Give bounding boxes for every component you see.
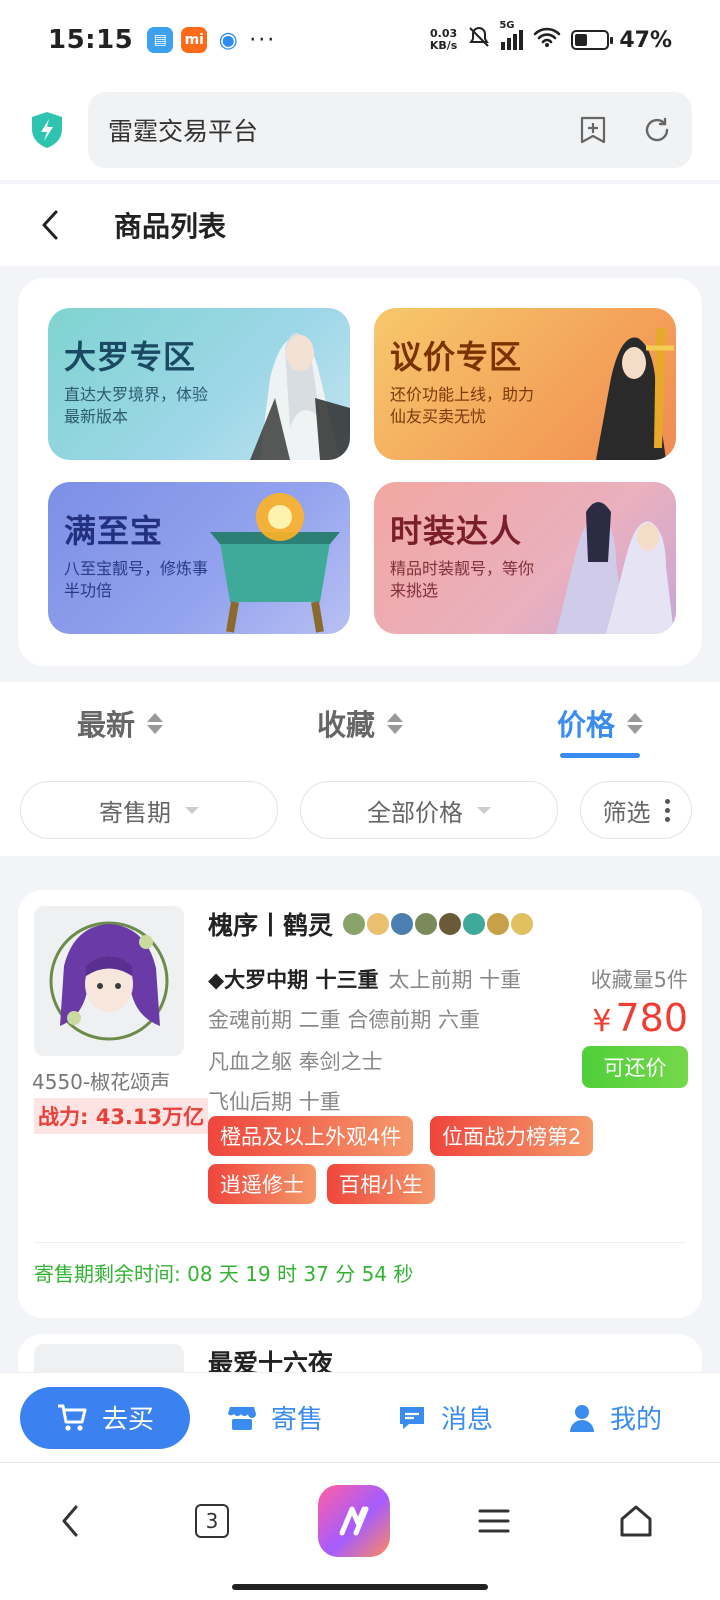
filter-button[interactable]: 筛选 — [580, 781, 692, 839]
user-icon — [569, 1404, 594, 1432]
banner-bargain-zone[interactable]: 议价专区 还价功能上线，助力仙友买卖无忧 — [374, 308, 676, 460]
pagoda-icon — [487, 913, 510, 935]
cart-icon — [57, 1404, 87, 1431]
sword-icon — [343, 913, 366, 935]
chevron-down-icon — [477, 806, 491, 814]
browser-address-bar: 雷霆交易平台 — [0, 80, 720, 180]
home-button[interactable] — [606, 1491, 666, 1551]
bell-icon — [511, 913, 534, 935]
cauldron-illustration — [210, 493, 340, 633]
notification-icons: ▤ mi ◉ — [147, 27, 241, 53]
product-tag: 逍遥修士 — [208, 1164, 316, 1204]
browser-app-icon: ▤ — [147, 27, 174, 53]
url-field[interactable]: 雷霆交易平台 — [88, 92, 692, 168]
bargain-button[interactable]: 可还价 — [582, 1046, 688, 1088]
net-speed: 0.03 KB/s — [429, 27, 458, 52]
home-icon — [620, 1505, 652, 1537]
ai-logo-icon — [339, 1506, 369, 1536]
system-status: 0.03 KB/s 5G 47% — [429, 20, 672, 55]
product-card[interactable]: 4550-椒花颂声 战力: 43.13万亿 槐序丨鹤灵 ◆大罗中期 十三重 太上前… — [18, 890, 702, 1318]
consignment-countdown: 寄售期剩余时间: 08 天 19 时 37 分 54 秒 — [34, 1262, 414, 1286]
banner-fashion-zone[interactable]: 时装达人 精品时装靓号，等你来挑选 — [374, 482, 676, 634]
sort-arrows-icon — [627, 712, 643, 734]
home-indicator — [232, 1584, 488, 1590]
page-header: 商品列表 — [0, 184, 720, 266]
more-notifications-icon: ··· — [249, 27, 277, 53]
flute-icon — [367, 913, 390, 935]
sort-tab-price[interactable]: 价格 — [480, 682, 720, 764]
brush-icon — [439, 913, 462, 935]
sort-tabs: 最新 收藏 价格 — [0, 682, 720, 764]
url-title: 雷霆交易平台 — [108, 117, 259, 146]
tab-count: 3 — [195, 1504, 229, 1538]
battery-icon — [571, 30, 614, 50]
sort-arrows-icon — [147, 712, 163, 734]
filter-bar: 寄售期 全部价格 筛选 — [0, 764, 720, 856]
realm-info: 凡血之躯 奉剑之士 — [208, 1050, 383, 1074]
signal-icon: 5G — [499, 20, 524, 50]
tab-mine[interactable]: 我的 — [530, 1387, 700, 1449]
refresh-icon[interactable] — [642, 115, 672, 145]
shield-icon[interactable] — [28, 111, 66, 149]
tabs-button[interactable]: 3 — [182, 1491, 242, 1551]
character-avatar — [34, 906, 184, 1056]
wifi-icon — [533, 26, 561, 54]
more-vertical-icon — [664, 798, 670, 822]
combat-power-badge: 战力: 43.13万亿 — [34, 1098, 209, 1134]
character-illustration — [556, 502, 674, 634]
bottom-tab-bar: 去买 寄售 消息 我的 — [0, 1372, 720, 1462]
tab-sell[interactable]: 寄售 — [190, 1387, 360, 1449]
cauldron-icon — [463, 913, 486, 935]
hamburger-icon — [478, 1509, 510, 1533]
divider — [34, 1242, 686, 1243]
product-tag: 橙品及以上外观4件 — [208, 1116, 414, 1156]
messenger-icon: ◉ — [218, 27, 238, 53]
product-tag: 位面战力榜第2 — [430, 1116, 594, 1156]
fan-icon — [391, 913, 414, 935]
sort-arrows-icon — [387, 712, 403, 734]
character-illustration — [250, 333, 350, 460]
chevron-left-icon — [62, 1505, 78, 1537]
battery-level: 47% — [619, 27, 672, 53]
gourd-icon — [415, 913, 438, 935]
status-bar: 15:15 ▤ mi ◉ ··· 0.03 KB/s 5G 47% — [0, 0, 720, 80]
realm-info: 飞仙后期 十重 — [208, 1090, 341, 1114]
equipment-icons — [343, 913, 534, 935]
sort-tab-favorites[interactable]: 收藏 — [240, 682, 480, 764]
clock: 15:15 — [48, 25, 134, 55]
banner-daluo-zone[interactable]: 大罗专区 直达大罗境界，体验最新版本 — [48, 308, 350, 460]
page-title: 商品列表 — [114, 210, 227, 243]
realm-info: 金魂前期 二重 合德前期 六重 — [208, 1008, 481, 1032]
character-illustration — [596, 328, 674, 460]
product-name: 槐序丨鹤灵 — [208, 906, 534, 942]
back-button[interactable] — [0, 209, 100, 241]
mute-icon — [467, 25, 491, 55]
browser-nav-bar: 3 — [0, 1462, 720, 1600]
add-bookmark-icon[interactable] — [578, 115, 608, 145]
consignment-period-dropdown[interactable]: 寄售期 — [20, 781, 278, 839]
product-tag: 百相小生 — [327, 1164, 435, 1204]
realm-info-main: ◆大罗中期 十三重 太上前期 十重 — [208, 968, 522, 992]
browser-back-button[interactable] — [40, 1491, 100, 1551]
banner-treasure-zone[interactable]: 满至宝 八至宝靓号，修炼事半功倍 — [48, 482, 350, 634]
sort-tab-newest[interactable]: 最新 — [0, 682, 240, 764]
menu-button[interactable] — [464, 1491, 524, 1551]
store-icon — [227, 1406, 256, 1430]
tab-messages[interactable]: 消息 — [360, 1387, 530, 1449]
seller-name: 4550-椒花颂声 — [32, 1070, 171, 1094]
chevron-down-icon — [185, 806, 199, 814]
tab-buy[interactable]: 去买 — [20, 1386, 190, 1449]
favorite-count: 收藏量5件 — [590, 968, 688, 992]
mi-app-icon: mi — [181, 27, 208, 53]
price-range-dropdown[interactable]: 全部价格 — [300, 781, 558, 839]
ai-assistant-button[interactable] — [318, 1485, 390, 1557]
zone-banners: 大罗专区 直达大罗境界，体验最新版本 议价专区 还价功能上线，助力仙友买卖无忧 … — [18, 278, 702, 666]
product-price: ¥780 — [592, 996, 688, 1040]
message-icon — [399, 1406, 424, 1429]
